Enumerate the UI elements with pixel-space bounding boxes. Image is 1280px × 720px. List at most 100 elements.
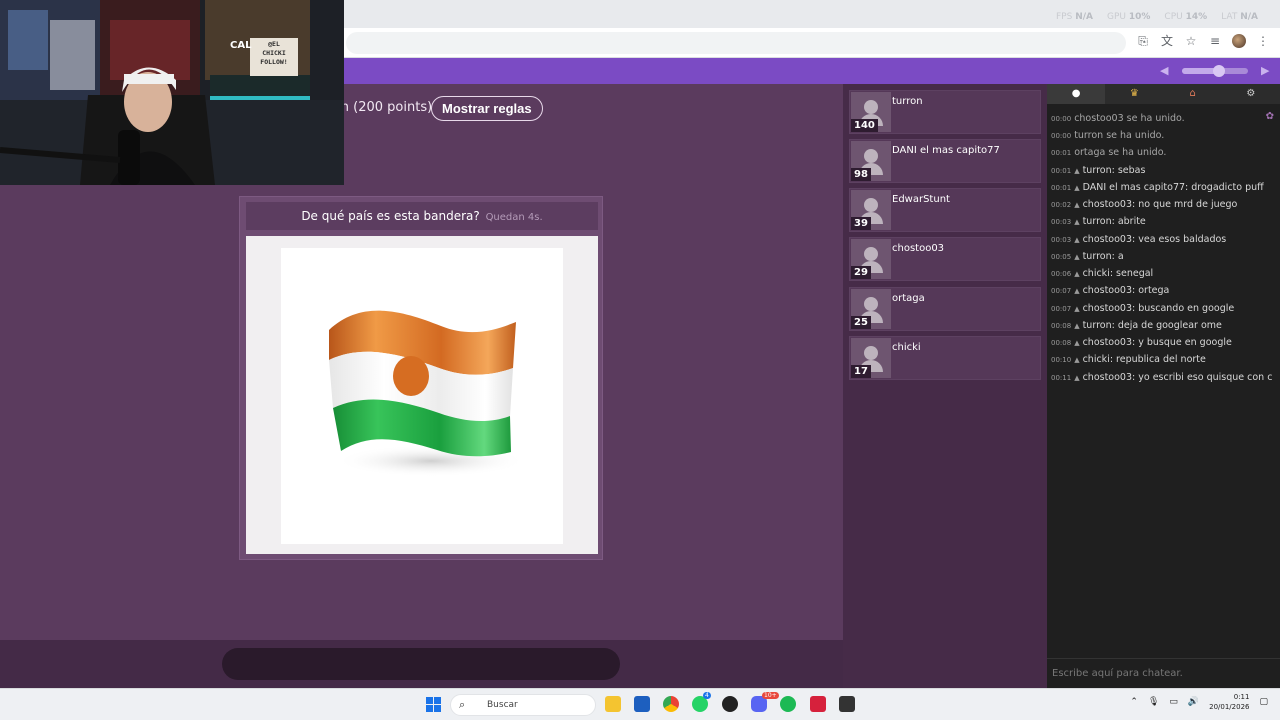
fps-readout: FPS N/A	[1055, 12, 1093, 22]
player-score: 39	[851, 217, 871, 230]
flag-emblem-disc	[393, 356, 429, 396]
user-icon: ▲	[1074, 218, 1080, 226]
chat-message: 00:02 ▲ chostoo03: no que mrd de juego	[1051, 199, 1238, 210]
chat-message: 00:08 ▲ chostoo03: y busque en google	[1051, 337, 1232, 348]
tab-home[interactable]: ⌂	[1164, 84, 1222, 104]
player-name: EdwarStunt	[892, 194, 950, 205]
user-icon: ▲	[1074, 322, 1080, 330]
tab-ranking[interactable]: ♛	[1105, 84, 1163, 104]
player-name: ortaga	[892, 293, 925, 304]
user-icon: ▲	[1074, 167, 1080, 175]
file-explorer-icon[interactable]	[605, 696, 621, 712]
microphone-icon[interactable]: 🎙	[1148, 697, 1159, 707]
whatsapp-badge: 4	[703, 692, 711, 699]
store-icon[interactable]	[634, 696, 650, 712]
gpu-readout: GPU 10%	[1106, 12, 1151, 22]
player-row: 39 EdwarStunt	[849, 188, 1041, 232]
cpu-readout: CPU 14%	[1164, 12, 1208, 22]
question-header: De qué país es esta bandera? Quedan 4s.	[246, 202, 598, 230]
notifications-icon[interactable]: ▢	[1259, 697, 1268, 707]
media-queue-icon[interactable]: ≡	[1208, 34, 1222, 48]
player-row: 98 DANI el mas capito77	[849, 139, 1041, 183]
chat-message: 00:03 ▲ chostoo03: vea esos baldados	[1051, 234, 1227, 245]
opera-icon[interactable]	[810, 696, 826, 712]
chat-message: 00:01 ▲ DANI el mas capito77: drogadicto p…	[1051, 182, 1264, 193]
discord-badge: 10+	[762, 692, 779, 699]
player-row: 25 ortaga	[849, 287, 1041, 331]
spotify-icon[interactable]	[780, 696, 796, 712]
chat-message: 00:11 ▲ chostoo03: yo escribi eso quisque …	[1051, 372, 1273, 383]
players-list: 140 turron 98 DANI el mas capito77 39 Ed…	[843, 84, 1047, 688]
user-icon: ▲	[1074, 305, 1080, 313]
user-icon: ▲	[1074, 374, 1080, 382]
chrome-icon[interactable]	[663, 696, 679, 712]
browser-menu-icon[interactable]: ⋮	[1256, 34, 1270, 48]
chat-panel: ● ♛ ⌂ ⚙ ✿ 00:00 chostoo03 se ha unido. 00…	[1047, 84, 1280, 688]
chat-message: 00:01 ortaga se ha unido.	[1051, 147, 1167, 158]
flag-image	[281, 248, 563, 544]
clock[interactable]: 0:11 20/01/2026	[1209, 692, 1249, 712]
chat-input[interactable]: Escribe aquí para chatear.	[1047, 658, 1280, 688]
flag-image-frame	[246, 236, 598, 554]
house-icon: ⌂	[1189, 88, 1196, 99]
game-header-bar: ◀ ▶	[344, 58, 1280, 84]
user-icon: ▲	[1074, 201, 1080, 209]
chat-message: 00:06 ▲ chicki: senegal	[1051, 268, 1154, 279]
media-app-icon[interactable]	[839, 696, 855, 712]
poster-text: CAL	[230, 40, 252, 51]
user-icon: ▲	[1074, 236, 1080, 244]
user-icon: ▲	[1074, 270, 1080, 278]
chevron-up-icon[interactable]: ⌃	[1130, 697, 1138, 707]
player-score: 25	[851, 316, 871, 329]
player-row: 29 chostoo03	[849, 237, 1041, 281]
chat-message: 00:10 ▲ chicki: republica del norte	[1051, 354, 1206, 365]
volume-icon[interactable]: ◀	[1160, 65, 1172, 77]
player-name: chostoo03	[892, 243, 945, 254]
network-icon[interactable]: ▭	[1169, 697, 1178, 707]
volume-slider-knob[interactable]	[1213, 65, 1225, 77]
user-icon: ▲	[1074, 253, 1080, 261]
speech-bubble-icon: ●	[1071, 88, 1081, 99]
game-app-icon[interactable]	[722, 696, 738, 712]
windows-start-icon[interactable]	[426, 697, 441, 712]
url-field[interactable]	[346, 32, 1126, 54]
play-icon[interactable]: ▶	[1261, 64, 1269, 77]
player-name: turron	[892, 96, 923, 107]
answer-input[interactable]	[222, 648, 620, 680]
screen: FPS N/A GPU 10% CPU 14% LAT N/A ⎘ 文 ☆ ≡ …	[0, 0, 1280, 720]
bookmark-star-icon[interactable]: ☆	[1184, 34, 1198, 48]
tab-settings[interactable]: ⚙	[1222, 84, 1280, 104]
player-row: 140 turron	[849, 90, 1041, 134]
taskbar-search[interactable]: ⌕ Buscar	[450, 694, 596, 716]
user-icon: ▲	[1074, 287, 1080, 295]
lat-readout: LAT N/A	[1221, 12, 1258, 22]
chat-message: 00:01 ▲ turron: sebas	[1051, 165, 1146, 176]
windows-taskbar: ⌕ Buscar 4 10+ ⌃ 🎙 ▭ 🔊 0:11 20/01/2026 ▢	[0, 688, 1280, 720]
player-name: chicki	[892, 342, 921, 353]
chat-message: 00:07 ▲ chostoo03: ortega	[1051, 285, 1170, 296]
volume-slider[interactable]	[1182, 65, 1248, 77]
time-left: Quedan 4s.	[485, 212, 543, 223]
show-rules-button[interactable]: Mostrar reglas	[431, 96, 543, 121]
player-row: 17 chicki	[849, 336, 1041, 380]
chat-message: 00:03 ▲ turron: abrite	[1051, 216, 1146, 227]
search-icon: ⌕	[459, 698, 466, 711]
system-tray: ⌃ 🎙 ▭ 🔊 0:11 20/01/2026 ▢	[1130, 692, 1268, 712]
player-score: 98	[851, 168, 871, 181]
round-rule-text: sh (200 points)	[334, 100, 433, 115]
chat-message: 00:00 chostoo03 se ha unido.	[1051, 113, 1185, 124]
profile-avatar-icon[interactable]	[1232, 34, 1246, 48]
player-score: 140	[851, 119, 878, 132]
speaker-icon[interactable]: 🔊	[1188, 697, 1199, 707]
gear-icon: ⚙	[1246, 88, 1256, 99]
browser-toolbar: ⎘ 文 ☆ ≡ ⋮	[1136, 34, 1270, 48]
game-bottom-bar	[0, 640, 843, 688]
translate-icon[interactable]: 文	[1160, 34, 1174, 48]
chat-message: 00:05 ▲ turron: a	[1051, 251, 1124, 262]
chat-message: 00:07 ▲ chostoo03: buscando en google	[1051, 303, 1235, 314]
install-app-icon[interactable]: ⎘	[1136, 34, 1150, 48]
chat-tabs: ● ♛ ⌂ ⚙	[1047, 84, 1280, 104]
perf-overlay: FPS N/A GPU 10% CPU 14% LAT N/A	[1056, 12, 1258, 22]
user-icon: ▲	[1074, 356, 1080, 364]
tab-chat[interactable]: ●	[1047, 84, 1106, 104]
